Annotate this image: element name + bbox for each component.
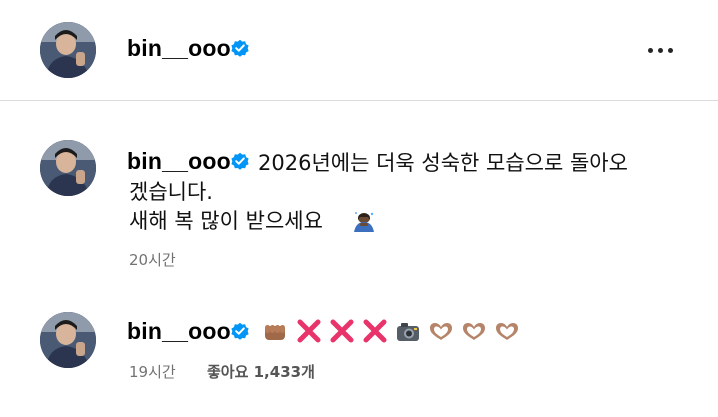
more-dot [647,47,653,53]
comment-likes[interactable]: 좋아요 1,433개 [207,361,315,382]
heart-hands-emoji [460,320,488,344]
verified-badge-icon [230,38,250,58]
header-username[interactable]: bin__ooo [127,35,231,62]
cross-mark-emoji [329,318,355,344]
cross-mark-emoji [296,318,322,344]
comment-avatar[interactable] [40,312,96,368]
post-header: bin__ooo [0,0,718,100]
more-dot [657,47,663,53]
heart-hands-emoji [493,320,521,344]
caption-timestamp[interactable]: 20시간 [129,249,176,270]
caption-avatar[interactable] [40,140,96,196]
camera-emoji [395,321,421,343]
more-dot [667,47,673,53]
comment-username[interactable]: bin__ooo [127,318,231,345]
heart-hands-emoji [427,320,455,344]
more-options-icon[interactable] [640,37,680,63]
person-bowing-emoji [352,209,376,233]
caption-username[interactable]: bin__ooo [127,148,231,175]
fist-emoji [262,320,288,344]
verified-badge-icon [230,321,250,341]
cross-mark-emoji [362,318,388,344]
caption-text-line2: 겠습니다. [129,180,213,204]
caption-text-line1: 2026년에는 더욱 성숙한 모습으로 돌아오 [258,151,628,175]
verified-badge-icon [230,151,250,171]
caption-text-line3: 새해 복 많이 받으세요 [129,209,323,233]
header-divider [0,100,718,101]
header-avatar[interactable] [40,22,96,78]
comment-timestamp[interactable]: 19시간 [129,361,176,382]
